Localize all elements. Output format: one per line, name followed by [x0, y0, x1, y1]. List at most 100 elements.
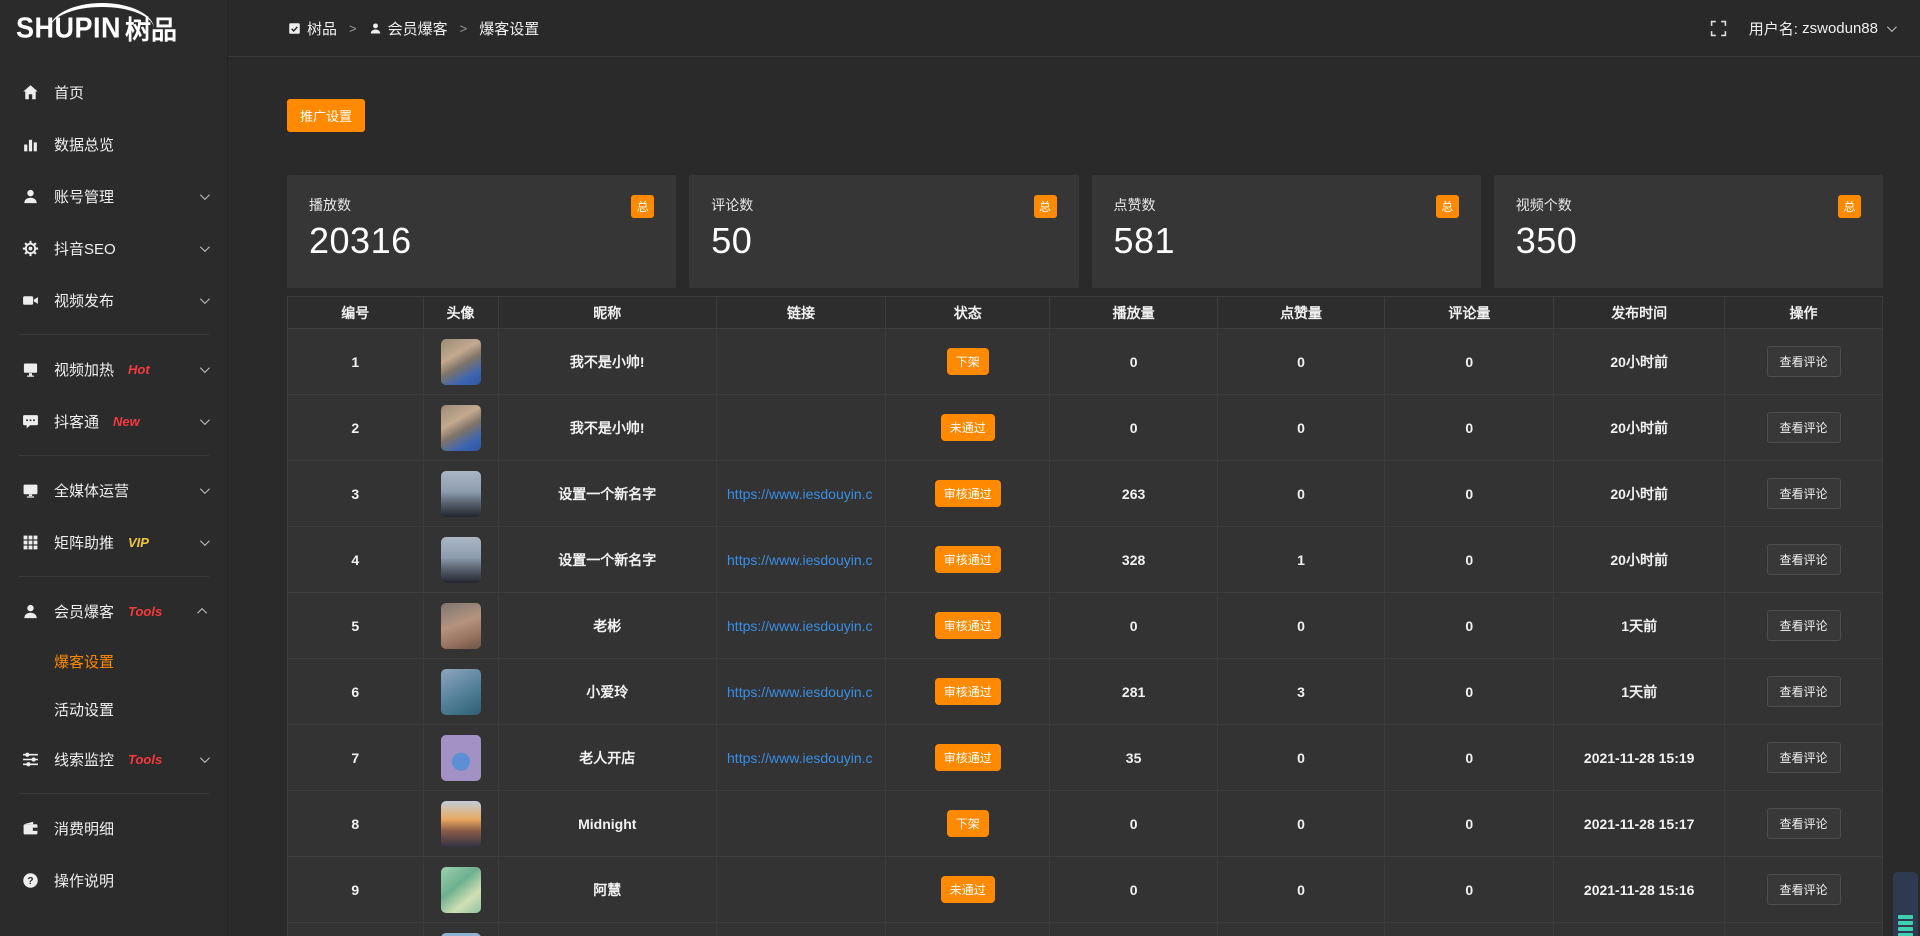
cell-likes: 0: [1217, 329, 1384, 395]
view-comments-button[interactable]: 查看评论: [1767, 676, 1841, 707]
sidebar-item-video-publish[interactable]: 视频发布: [0, 274, 227, 326]
cell-avatar: [423, 395, 498, 461]
sidebar-item-member-baoke[interactable]: 会员爆客Tools: [0, 585, 227, 637]
status-badge: 未通过: [941, 414, 995, 441]
status-badge: 下架: [947, 348, 989, 375]
view-comments-button[interactable]: 查看评论: [1767, 808, 1841, 839]
view-comments-button[interactable]: 查看评论: [1767, 544, 1841, 575]
column-header: 评论量: [1385, 297, 1554, 329]
video-link[interactable]: https://www.iesdouyin.c: [727, 552, 873, 568]
view-comments-button[interactable]: 查看评论: [1767, 742, 1841, 773]
sidebar-item-data-overview[interactable]: 数据总览: [0, 118, 227, 170]
stat-card: 视频个数 总 350: [1494, 175, 1883, 288]
chevron-down-icon: [200, 363, 210, 373]
chevron-down-icon: [200, 294, 210, 304]
menu-divider: [18, 334, 209, 335]
sidebar-item-douketong[interactable]: 抖客通New: [0, 395, 227, 447]
video-link[interactable]: https://www.iesdouyin.c: [727, 486, 873, 502]
cell-nickname: 阿慧: [498, 857, 717, 923]
column-header: 头像: [423, 297, 498, 329]
sidebar-item-clue-monitor[interactable]: 线索监控Tools: [0, 733, 227, 785]
cell-status: 未通过: [886, 395, 1050, 461]
video-link[interactable]: https://www.iesdouyin.c: [727, 684, 873, 700]
sidebar-item-operation-guide[interactable]: ?操作说明: [0, 854, 227, 906]
view-comments-button[interactable]: 查看评论: [1767, 346, 1841, 377]
breadcrumb-item[interactable]: 会员爆客: [369, 18, 448, 39]
video-link[interactable]: https://www.iesdouyin.c: [727, 750, 873, 766]
cell-link: [717, 791, 886, 857]
cell-avatar: [423, 725, 498, 791]
cell-comments: 0: [1385, 725, 1554, 791]
cell-link: https://www.iesdouyin.c: [717, 725, 886, 791]
sidebar: SHUPIN 树品 首页数据总览账号管理抖音SEO视频发布视频加热Hot抖客通N…: [0, 0, 228, 936]
fullscreen-icon[interactable]: [1710, 20, 1727, 37]
cell-plays: 35: [1050, 725, 1217, 791]
total-badge: 总: [631, 195, 654, 218]
home-icon: [22, 84, 39, 101]
cell-comments: 0: [1385, 659, 1554, 725]
sidebar-subitem-activity-settings[interactable]: 活动设置: [0, 685, 227, 733]
stat-card: 播放数 总 20316: [287, 175, 676, 288]
breadcrumb-item[interactable]: 爆客设置: [479, 18, 539, 39]
cell-status: 未通过: [886, 857, 1050, 923]
logo-text-en: SHUPIN: [16, 12, 121, 45]
stat-label: 点赞数: [1114, 195, 1156, 215]
wallet-icon: [22, 820, 39, 837]
status-badge: 审核通过: [935, 678, 1001, 705]
sidebar-item-video-heat[interactable]: 视频加热Hot: [0, 343, 227, 395]
view-comments-button[interactable]: 查看评论: [1767, 478, 1841, 509]
cell-likes: 0: [1217, 395, 1384, 461]
view-comments-button[interactable]: 查看评论: [1767, 610, 1841, 641]
chevron-up-icon: [197, 607, 207, 617]
app-window: SHUPIN 树品 首页数据总览账号管理抖音SEO视频发布视频加热Hot抖客通N…: [0, 0, 1920, 936]
sidebar-item-all-media[interactable]: 全媒体运营: [0, 464, 227, 516]
cell-plays: [1050, 923, 1217, 936]
table-row: 2 我不是小帅! 未通过 0 0 0 20小时前 查看评论: [288, 395, 1883, 461]
sidebar-item-account-manage[interactable]: 账号管理: [0, 170, 227, 222]
sidebar-item-home[interactable]: 首页: [0, 66, 227, 118]
avatar: [441, 933, 481, 936]
cell-comments: 0: [1385, 791, 1554, 857]
cell-link: https://www.iesdouyin.c: [717, 461, 886, 527]
cell-nickname: 老彬: [498, 593, 717, 659]
video-link[interactable]: https://www.iesdouyin.c: [727, 618, 873, 634]
menu-divider: [18, 793, 209, 794]
cell-avatar: [423, 461, 498, 527]
cell-id: 1: [288, 329, 424, 395]
floating-widget[interactable]: [1893, 872, 1918, 936]
user-menu[interactable]: 用户名: zswodun88: [1749, 18, 1894, 39]
status-badge: 审核通过: [935, 744, 1001, 771]
cell-status: 下架: [886, 791, 1050, 857]
cell-publish-time: [1554, 923, 1725, 936]
breadcrumb-separator: >: [349, 21, 357, 36]
column-header: 编号: [288, 297, 424, 329]
username-value: zswodun88: [1802, 20, 1878, 37]
cell-id: 2: [288, 395, 424, 461]
stat-label: 播放数: [309, 195, 351, 215]
column-header: 点赞量: [1217, 297, 1384, 329]
cell-status: 下架: [886, 329, 1050, 395]
table-row: 3 设置一个新名字 https://www.iesdouyin.c 审核通过 2…: [288, 461, 1883, 527]
view-comments-button[interactable]: 查看评论: [1767, 412, 1841, 443]
cell-comments: 0: [1385, 857, 1554, 923]
breadcrumb-item[interactable]: 树品: [288, 18, 337, 39]
gear-icon: [22, 240, 39, 257]
chevron-down-icon: [200, 484, 210, 494]
column-header: 发布时间: [1554, 297, 1725, 329]
table-row: 4 设置一个新名字 https://www.iesdouyin.c 审核通过 3…: [288, 527, 1883, 593]
cell-avatar: [423, 791, 498, 857]
sidebar-item-matrix-boost[interactable]: 矩阵助推VIP: [0, 516, 227, 568]
view-comments-button[interactable]: 查看评论: [1767, 874, 1841, 905]
widget-segment: [1898, 921, 1913, 925]
column-header: 链接: [717, 297, 886, 329]
cell-avatar: [423, 527, 498, 593]
menu-tag: New: [113, 414, 140, 429]
sidebar-item-douyin-seo[interactable]: 抖音SEO: [0, 222, 227, 274]
cell-likes: [1217, 923, 1384, 936]
sidebar-subitem-baoke-settings[interactable]: 爆客设置: [0, 637, 227, 685]
stat-label: 视频个数: [1516, 195, 1572, 215]
chevron-down-icon: [200, 536, 210, 546]
promo-settings-button[interactable]: 推广设置: [287, 99, 365, 132]
sidebar-item-consume-detail[interactable]: 消费明细: [0, 802, 227, 854]
username-label: 用户名:: [1749, 18, 1798, 39]
